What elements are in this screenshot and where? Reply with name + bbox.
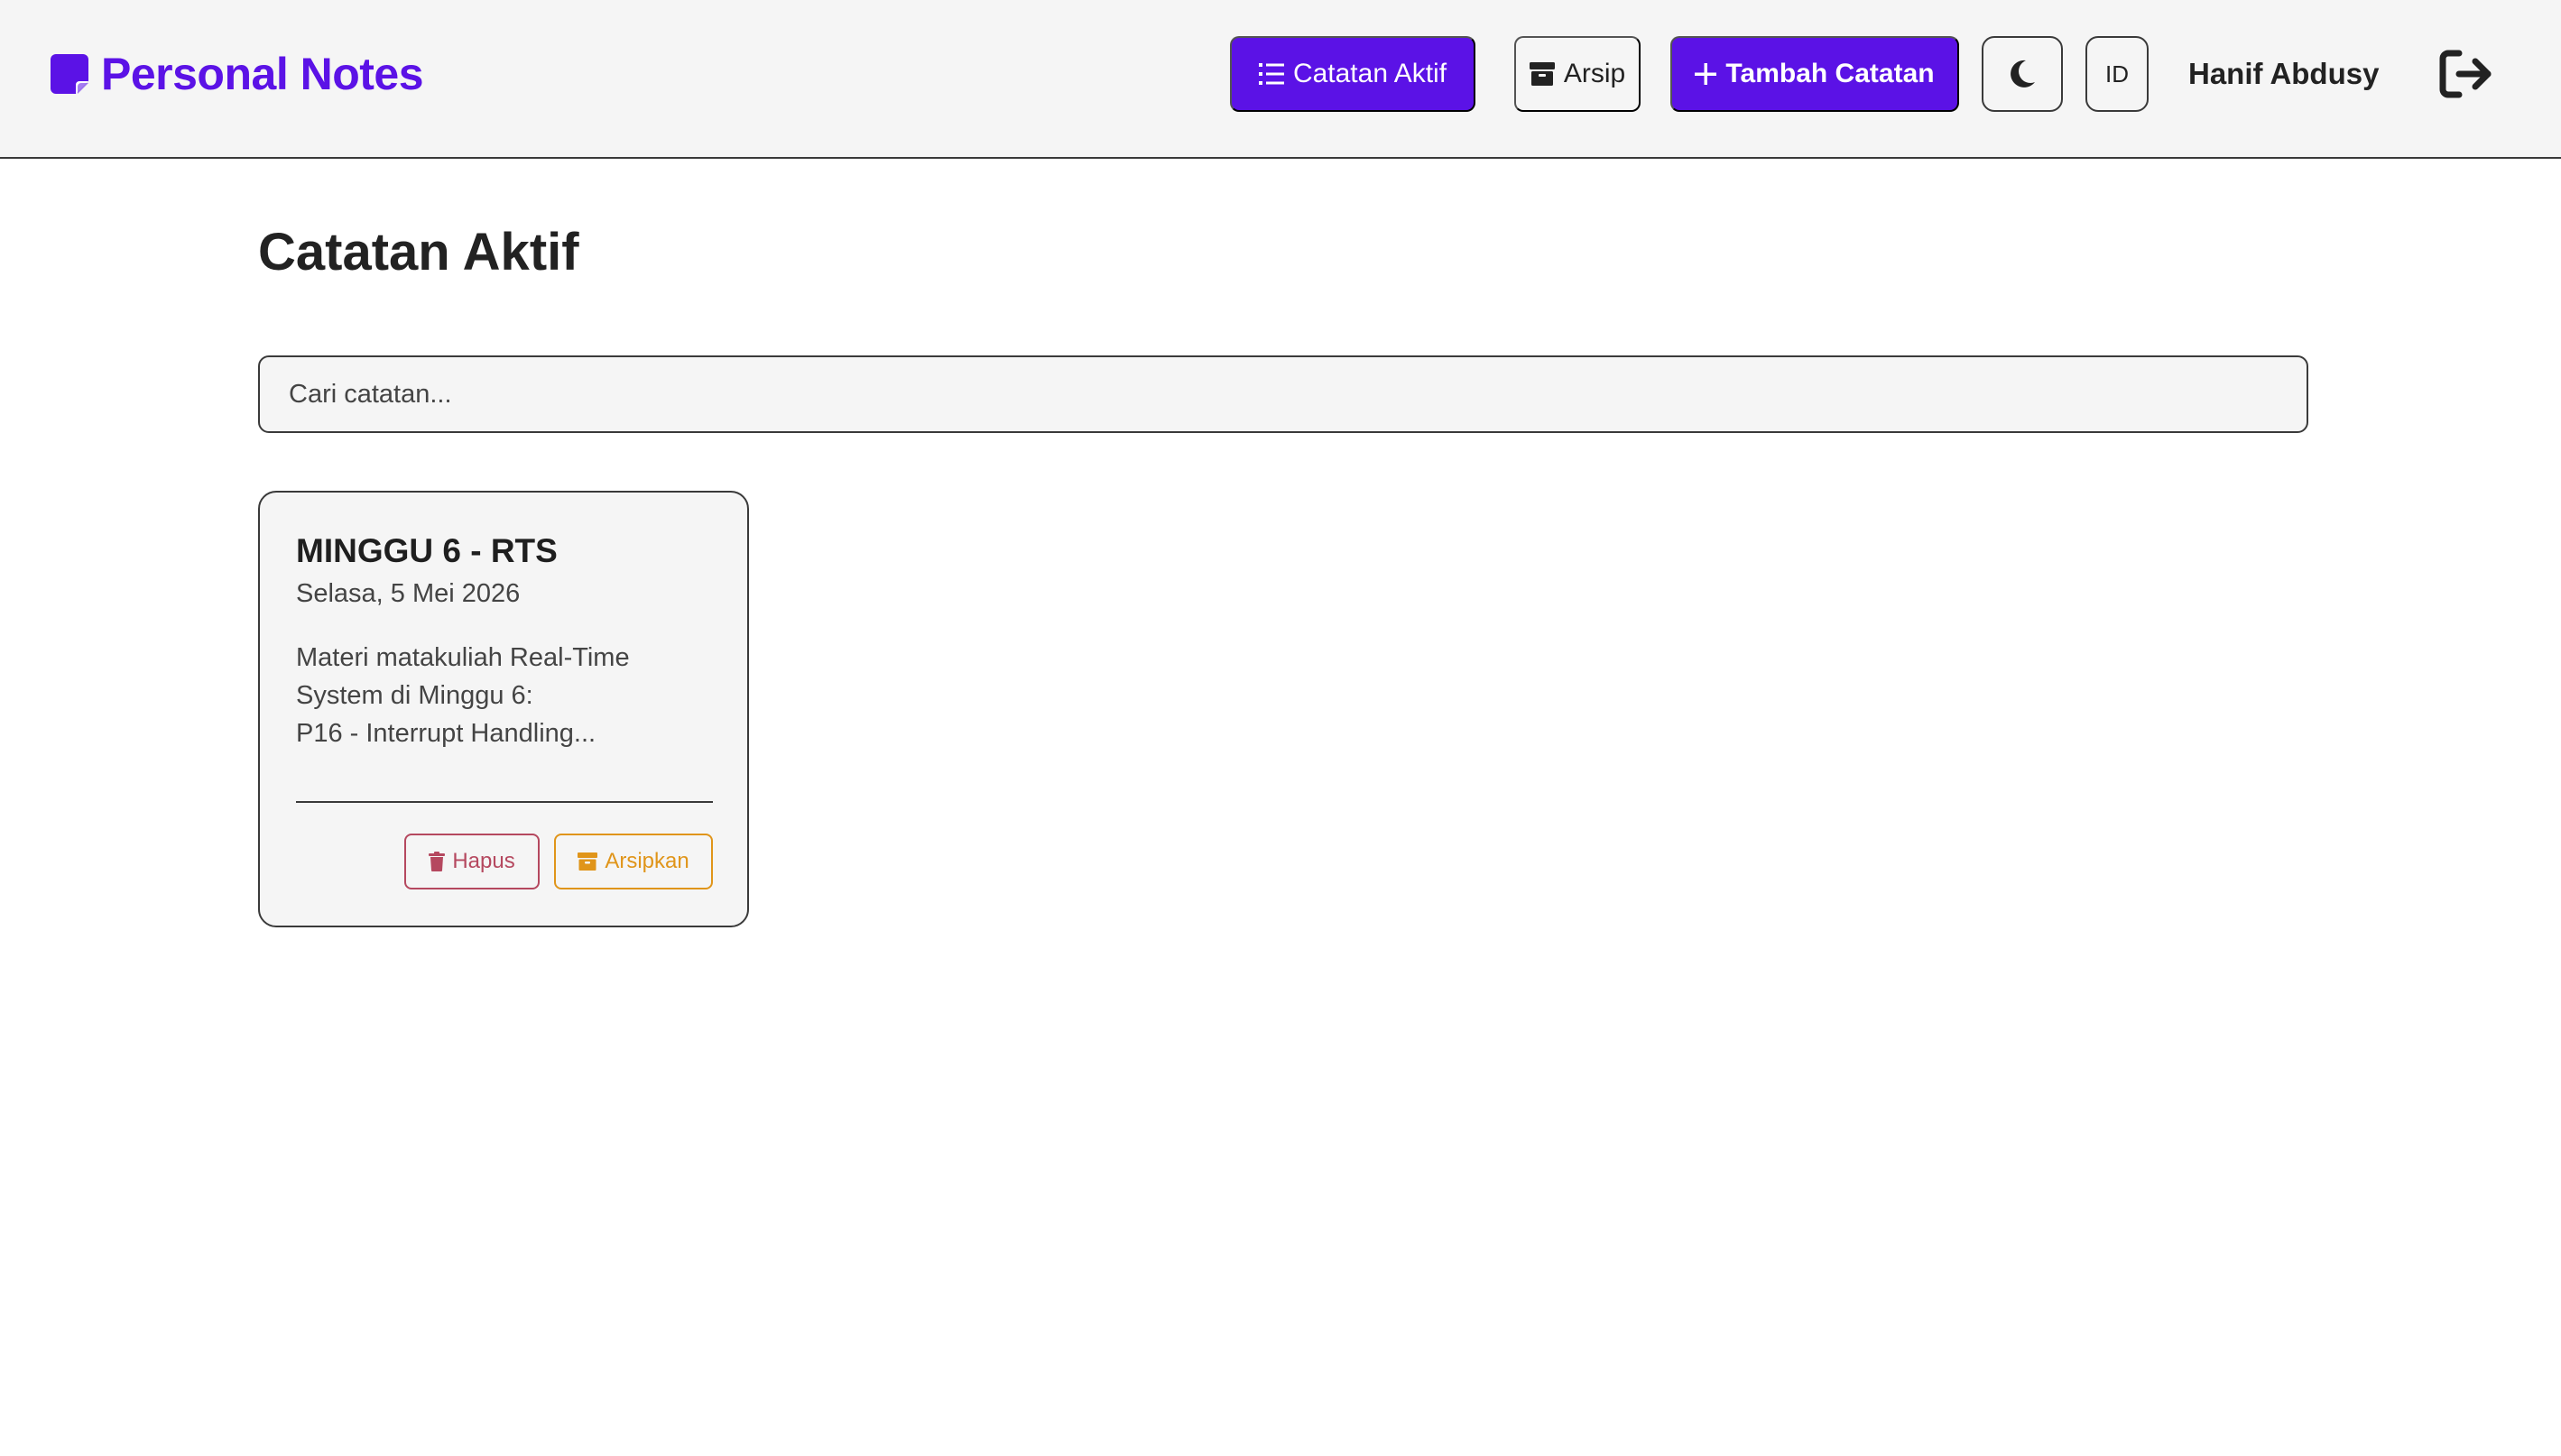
delete-note-button[interactable]: Hapus [404, 834, 540, 889]
language-label: ID [2105, 60, 2129, 88]
brand[interactable]: Personal Notes [51, 47, 424, 101]
theme-toggle-button[interactable] [1982, 36, 2063, 112]
moon-icon [2011, 60, 2035, 88]
logout-button[interactable] [2436, 45, 2496, 103]
note-body: Materi matakuliah Real-Time System di Mi… [296, 643, 630, 748]
nav-archive-label: Arsip [1563, 59, 1626, 88]
brand-title: Personal Notes [101, 49, 424, 99]
note-date: Selasa, 5 Mei 2026 [296, 579, 521, 608]
archive-box-icon [1529, 62, 1555, 86]
nav-active-notes-button[interactable]: Catatan Aktif [1230, 36, 1475, 112]
language-toggle-button[interactable]: ID [2085, 36, 2149, 112]
user-name: Hanif Abdusy [2188, 57, 2380, 90]
archive-note-label: Arsipkan [605, 849, 689, 873]
nav-archive-button[interactable]: Arsip [1514, 36, 1641, 112]
note-card[interactable]: MINGGU 6 - RTS Selasa, 5 Mei 2026 Materi… [258, 491, 749, 927]
page-title: Catatan Aktif [258, 223, 579, 281]
add-note-label: Tambah Catatan [1725, 59, 1935, 88]
app-header: Personal Notes Catatan Aktif Arsip Tamba… [0, 0, 2561, 159]
note-divider [296, 801, 713, 803]
add-note-button[interactable]: Tambah Catatan [1670, 36, 1959, 112]
search-input[interactable] [258, 355, 2308, 433]
delete-note-label: Hapus [452, 849, 515, 873]
list-icon [1258, 63, 1284, 85]
note-icon [51, 54, 88, 94]
nav-active-notes-label: Catatan Aktif [1292, 59, 1447, 88]
logout-icon [2439, 50, 2492, 98]
archive-note-button[interactable]: Arsipkan [554, 834, 713, 889]
note-title[interactable]: MINGGU 6 - RTS [296, 532, 558, 570]
archive-box-icon [578, 852, 598, 871]
plus-icon [1695, 63, 1717, 85]
trash-icon [429, 852, 446, 871]
